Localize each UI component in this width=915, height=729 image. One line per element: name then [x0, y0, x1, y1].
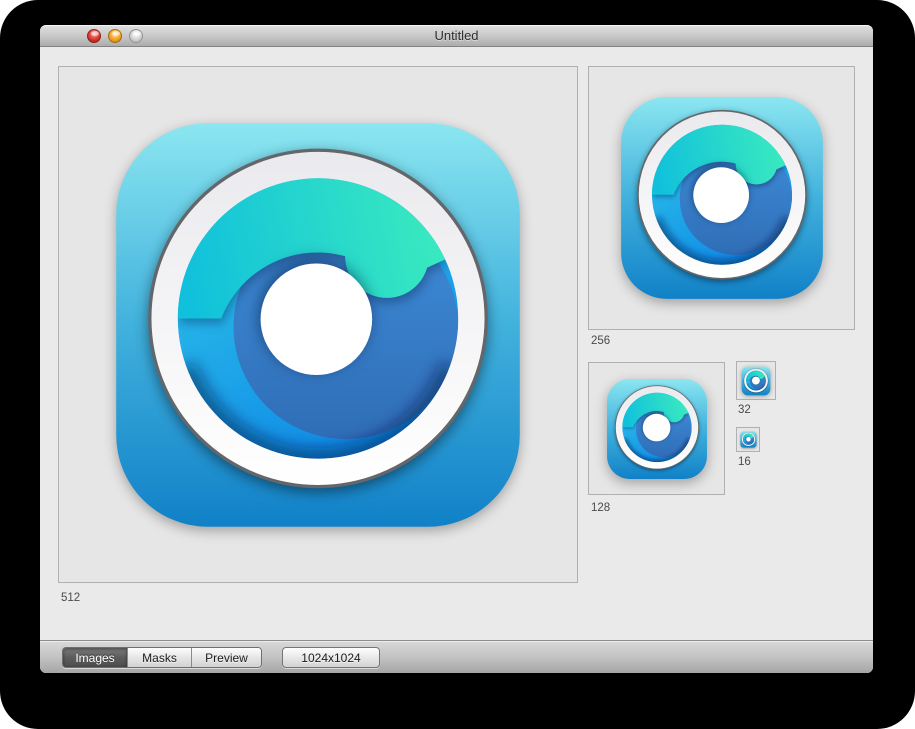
app-icon-preview-128	[605, 377, 709, 481]
segment-preview[interactable]: Preview	[192, 648, 261, 667]
app-icon-preview-512	[108, 115, 528, 535]
title-bar[interactable]: Untitled	[40, 25, 873, 47]
segment-masks[interactable]: Masks	[128, 648, 192, 667]
size-label-512: 512	[61, 592, 80, 604]
size-label-128: 128	[591, 502, 610, 514]
window-title: Untitled	[40, 25, 873, 47]
segment-images[interactable]: Images	[63, 648, 128, 667]
size-1024-button[interactable]: 1024x1024	[282, 647, 380, 668]
app-icon-preview-32	[741, 366, 771, 396]
screenshot-background: Untitled 512 256 128 32 16	[0, 0, 915, 729]
view-mode-segmented-control: Images Masks Preview	[62, 647, 262, 668]
image-well-512[interactable]	[58, 66, 578, 583]
app-icon-preview-16	[740, 431, 757, 448]
image-well-32[interactable]	[736, 361, 776, 400]
image-well-128[interactable]	[588, 362, 725, 495]
content-area: 512 256 128 32 16	[40, 47, 873, 640]
app-icon-preview-256	[617, 93, 827, 303]
app-window: Untitled 512 256 128 32 16	[40, 25, 873, 673]
image-well-256[interactable]	[588, 66, 855, 330]
size-label-256: 256	[591, 335, 610, 347]
size-label-16: 16	[738, 456, 751, 468]
size-label-32: 32	[738, 404, 751, 416]
bottom-toolbar: Images Masks Preview 1024x1024	[40, 640, 873, 673]
image-well-16[interactable]	[736, 427, 760, 452]
